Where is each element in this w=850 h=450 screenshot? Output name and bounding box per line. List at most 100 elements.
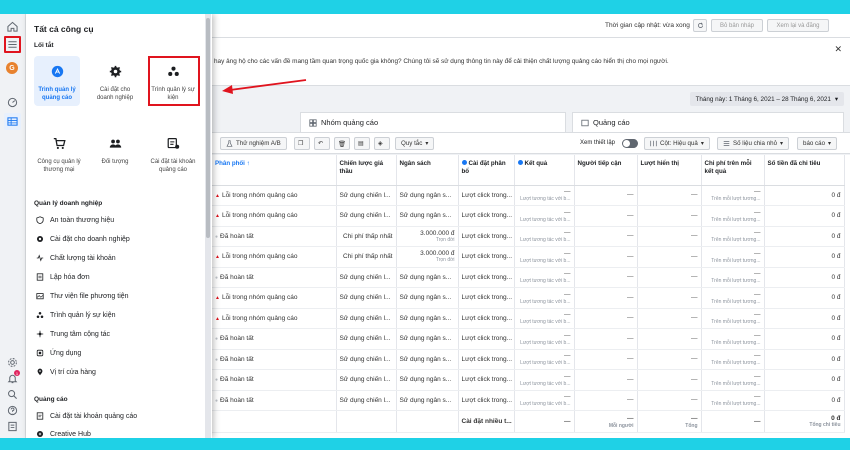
results-cell: — Lượt tương tác với b...: [514, 287, 575, 309]
tool-item[interactable]: Chất lượng tài khoản: [34, 251, 116, 265]
table-row[interactable]: Đã hoàn tất Chi phí thấp nhất3.000.000 đT…: [212, 226, 845, 247]
tool-item-label: Cài đặt tài khoản quảng cáo: [50, 412, 138, 420]
tool-item[interactable]: Trình quản lý sự kiện: [34, 308, 116, 322]
results-cell: — Lượt tương tác với b...: [514, 205, 575, 227]
budget-cell: Sử dụng ngân s...: [396, 369, 459, 391]
view-setup-toggle[interactable]: [622, 139, 638, 148]
tool-item[interactable]: Cài đặt tài khoản quảng cáo: [34, 409, 137, 423]
shortcut-commerce-manager[interactable]: Công cụ quản lý thương mại: [36, 132, 82, 174]
tool-item-label: Ứng dụng: [50, 349, 82, 357]
table-row[interactable]: Lỗi trong nhóm quảng cáo Sử dụng chiến l.…: [212, 308, 845, 329]
impressions-cell: —: [637, 226, 702, 247]
panel-title: Tất cả công cụ: [34, 24, 94, 34]
cost-per-result-cell: — Trên mỗi lượt tương...: [701, 369, 765, 391]
help-icon[interactable]: [4, 402, 21, 419]
shortcut-ads-manager[interactable]: Trình quản lý quảng cáo: [34, 56, 80, 106]
notifications-bell-icon[interactable]: 1: [4, 370, 21, 387]
tool-item[interactable]: Ứng dụng: [34, 346, 81, 360]
close-icon[interactable]: ✕: [834, 44, 842, 55]
table-row[interactable]: Đã hoàn tất Sử dụng chiến l...Sử dụng ngâ…: [212, 328, 845, 350]
shortcut-business-settings[interactable]: Cài đặt cho doanh nghiệp: [92, 60, 138, 102]
reach-cell: —: [574, 349, 638, 370]
account-avatar[interactable]: G: [6, 62, 18, 74]
preview-button[interactable]: ▤: [354, 137, 370, 150]
spend-cell: 0 đ: [764, 185, 845, 206]
date-range-picker[interactable]: Tháng này: 1 Tháng 6, 2021 – 28 Tháng 6,…: [689, 92, 844, 106]
tool-item[interactable]: Creative Hub: [34, 427, 91, 438]
delete-button[interactable]: 🗑: [334, 137, 350, 150]
col-delivery[interactable]: Phân phối ↑: [212, 155, 337, 186]
impressions-cell: —: [637, 390, 702, 411]
results-cell: — Lượt tương tác với b...: [514, 369, 575, 391]
tool-item[interactable]: Trung tâm cộng tác: [34, 327, 110, 341]
tag-button[interactable]: ◈: [374, 137, 390, 150]
reach-cell: —: [574, 369, 638, 391]
duplicate-button[interactable]: ❐: [294, 137, 310, 150]
tool-item[interactable]: Lập hóa đơn: [34, 270, 90, 284]
col-bid-strategy[interactable]: Chiến lược giá thầu: [336, 155, 397, 186]
undo-button[interactable]: ↶: [314, 137, 330, 150]
col-amount-spent[interactable]: Số tiền đã chi tiêu: [764, 155, 845, 186]
col-reach[interactable]: Người tiếp cận: [574, 155, 638, 186]
chevron-down-icon: ▾: [425, 140, 429, 147]
shortcut-ad-account-settings[interactable]: Cài đặt tài khoản quảng cáo: [150, 132, 196, 174]
campaigns-table-icon[interactable]: [4, 113, 21, 130]
scrollbar-thumb[interactable]: [206, 18, 210, 238]
impressions-cell: —: [637, 267, 702, 288]
menu-icon[interactable]: [4, 36, 21, 53]
tool-item[interactable]: Vị trí cửa hàng: [34, 365, 96, 379]
budget-cell: Sử dụng ngân s...: [396, 185, 459, 206]
reach-cell: —: [574, 246, 638, 268]
col-cost-per-result[interactable]: Chi phí trên mỗi kết quả: [701, 155, 765, 186]
search-icon[interactable]: [4, 386, 21, 403]
tool-item[interactable]: Cài đặt cho doanh nghiệp: [34, 232, 130, 246]
tool-item-label: Cài đặt cho doanh nghiệp: [50, 235, 130, 243]
table-toolbar: Thử nghiệm A/B ❐ ↶ 🗑 ▤ ◈ Quy tắc ▾ Xem t…: [212, 132, 850, 154]
attribution-cell: Lượt click trong...: [458, 349, 515, 370]
table-row[interactable]: Lỗi trong nhóm quảng cáo Sử dụng chiến l.…: [212, 205, 845, 227]
highlight-box: [148, 56, 200, 106]
reports-dropdown[interactable]: báo cáo ▾: [797, 137, 838, 150]
left-rail: G 1: [0, 14, 26, 438]
tool-item-label: Vị trí cửa hàng: [50, 368, 96, 376]
ab-test-button[interactable]: Thử nghiệm A/B: [220, 137, 287, 150]
discard-drafts-button[interactable]: Bỏ bản nháp: [711, 19, 763, 32]
refresh-button[interactable]: [693, 19, 707, 32]
app-icon: [34, 349, 45, 357]
last-updated-text: Thời gian cập nhật: vừa xong: [605, 22, 690, 29]
tab-ads[interactable]: Quảng cáo: [572, 112, 844, 132]
cost-per-result-cell: — Trên mỗi lượt tương...: [701, 328, 765, 350]
rules-dropdown[interactable]: Quy tắc ▾: [395, 137, 435, 150]
table-row[interactable]: Đã hoàn tất Sử dụng chiến l...Sử dụng ngâ…: [212, 349, 845, 370]
tool-item[interactable]: Thư viện file phương tiện: [34, 289, 129, 303]
columns-dropdown[interactable]: Cột: Hiệu quả ▾: [644, 137, 710, 150]
table-row[interactable]: Lỗi trong nhóm quảng cáo Chi phí thấp nhấ…: [212, 246, 845, 268]
settings-gear-icon[interactable]: [4, 354, 21, 371]
delivery-status: Đã hoàn tất: [215, 274, 254, 281]
shield-icon: [34, 216, 45, 224]
results-cell: — Lượt tương tác với b...: [514, 328, 575, 350]
col-budget[interactable]: Ngân sách: [396, 155, 459, 186]
breakdown-dropdown[interactable]: Số liệu chia nhỏ ▾: [717, 137, 790, 150]
totals-attribution: Cài đặt nhiều t...: [458, 410, 515, 433]
tab-adsets[interactable]: Nhóm quảng cáo: [300, 112, 566, 132]
delivery-status: Đã hoàn tất: [215, 356, 254, 363]
table-row[interactable]: Đã hoàn tất Sử dụng chiến l...Sử dụng ngâ…: [212, 390, 845, 411]
bid-cell: Chi phí thấp nhất: [336, 246, 397, 268]
review-publish-button[interactable]: Xem lại và đăng: [767, 19, 829, 32]
table-row[interactable]: Lỗi trong nhóm quảng cáo Sử dụng chiến l.…: [212, 185, 845, 206]
table-row[interactable]: Đã hoàn tất Sử dụng chiến l...Sử dụng ngâ…: [212, 369, 845, 391]
dashboard-icon[interactable]: [4, 94, 21, 111]
bid-cell: Chi phí thấp nhất: [336, 226, 397, 247]
col-attribution[interactable]: Cài đặt phân bổ: [458, 155, 515, 186]
shortcut-audiences[interactable]: Đối tượng: [92, 132, 138, 166]
tool-item[interactable]: An toàn thương hiệu: [34, 213, 114, 227]
reports-icon[interactable]: [4, 418, 21, 435]
table-row[interactable]: Đã hoàn tất Sử dụng chiến l...Sử dụng ngâ…: [212, 267, 845, 288]
table-row[interactable]: Lỗi trong nhóm quảng cáo Sử dụng chiến l.…: [212, 287, 845, 309]
panel-scrollbar[interactable]: [205, 14, 211, 438]
col-impressions[interactable]: Lượt hiển thị: [637, 155, 702, 186]
home-icon[interactable]: [4, 18, 21, 35]
budget-cell: 3.000.000 đ Trọn đời: [396, 226, 459, 247]
col-results[interactable]: Kết quả: [514, 155, 575, 186]
